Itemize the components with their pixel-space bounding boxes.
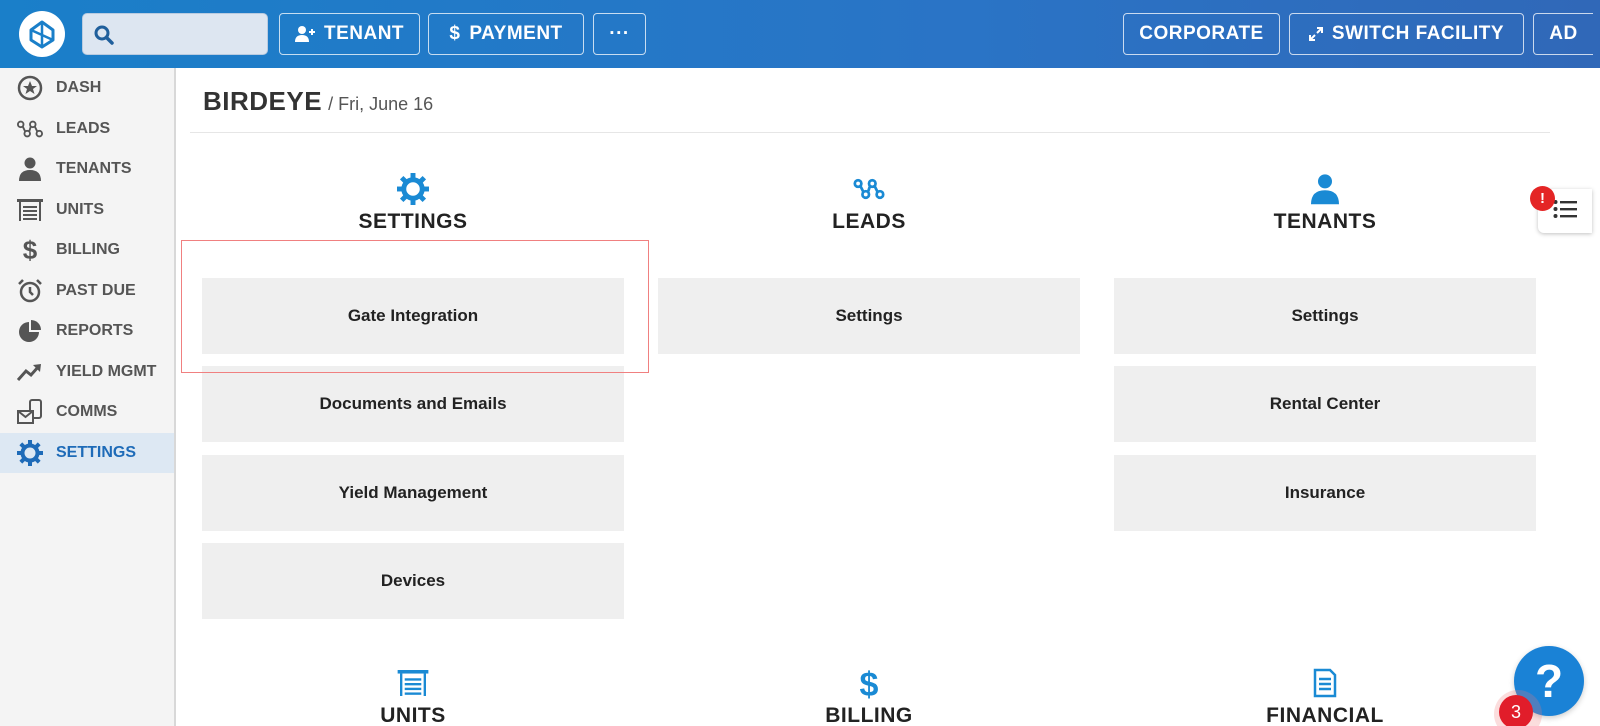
search-icon (93, 24, 115, 51)
new-tenant-button[interactable]: TENANT (279, 13, 420, 55)
card-label: Insurance (1284, 483, 1366, 502)
sidebar-item-yield-mgmt[interactable]: YIELD MGMT (0, 352, 174, 393)
sidebar-item-label: PAST DUE (56, 281, 136, 299)
more-button[interactable]: ··· (593, 13, 646, 55)
dollar-icon: $ (449, 23, 461, 44)
section-billing-header: $ BILLING (658, 668, 1080, 726)
card-rental-center[interactable]: Rental Center (1114, 366, 1536, 442)
alert-badge: ! (1530, 186, 1555, 211)
more-dots-icon: ··· (609, 23, 630, 44)
sidebar-item-comms[interactable]: COMMS (0, 392, 174, 433)
header-divider (190, 132, 1550, 133)
comms-icon (17, 399, 43, 425)
section-settings-header: SETTINGS (202, 172, 624, 234)
switch-facility-button[interactable]: SWITCH FACILITY (1289, 13, 1524, 55)
notification-count-badge[interactable]: 3 (1499, 695, 1533, 726)
leads-nodes-icon (17, 116, 43, 142)
page-title: BIRDEYE (203, 86, 323, 116)
section-financial-header: FINANCIAL (1114, 668, 1536, 726)
sidebar-item-label: SETTINGS (56, 443, 137, 461)
card-devices[interactable]: Devices (202, 543, 624, 619)
sidebar-item-label: DASH (56, 79, 102, 97)
sidebar-item-tenants[interactable]: TENANTS (0, 149, 174, 190)
document-icon (1313, 668, 1337, 703)
card-label: Yield Management (338, 483, 488, 502)
garage-icon (17, 197, 43, 223)
sidebar-item-settings[interactable]: SETTINGS (0, 432, 174, 473)
user-initials: AD (1549, 23, 1578, 44)
section-tenants-header: TENANTS (1114, 173, 1536, 234)
card-tenants-settings[interactable]: Settings (1114, 278, 1536, 354)
card-label: Documents and Emails (319, 394, 507, 413)
app-logo[interactable] (19, 11, 65, 57)
sidebar-item-label: COMMS (56, 403, 118, 421)
sidebar-item-label: REPORTS (56, 322, 134, 340)
card-documents-and-emails[interactable]: Documents and Emails (202, 366, 624, 442)
card-insurance[interactable]: Insurance (1114, 455, 1536, 531)
section-units-header: UNITS (202, 668, 624, 726)
sidebar-item-past-due[interactable]: PAST DUE (0, 271, 174, 312)
person-icon (1311, 173, 1339, 210)
leads-nodes-icon (851, 177, 887, 206)
section-title: SETTINGS (358, 210, 468, 233)
card-leads-settings[interactable]: Settings (658, 278, 1080, 354)
section-title: LEADS (832, 210, 906, 233)
corporate-button-label: CORPORATE (1139, 23, 1264, 44)
list-icon (1553, 199, 1577, 224)
gear-icon (397, 172, 429, 210)
user-menu-button[interactable]: AD (1533, 13, 1593, 55)
dollar-icon: $ (22, 234, 38, 265)
star-circle-icon (17, 75, 43, 101)
card-label: Devices (380, 571, 446, 590)
pie-chart-icon (17, 318, 43, 344)
sidebar-item-label: BILLING (56, 241, 120, 259)
add-user-icon (294, 26, 315, 42)
card-yield-management[interactable]: Yield Management (202, 455, 624, 531)
sidebar-item-billing[interactable]: $ BILLING (0, 230, 174, 271)
dollar-icon: $ (859, 666, 879, 704)
logo-icon (29, 20, 55, 49)
sidebar-item-units[interactable]: UNITS (0, 190, 174, 231)
help-icon: ? (1534, 655, 1564, 707)
search-box[interactable] (82, 13, 268, 55)
sidebar-item-leads[interactable]: LEADS (0, 109, 174, 150)
section-title: TENANTS (1273, 210, 1377, 233)
sidebar-item-label: UNITS (56, 200, 104, 218)
garage-icon (397, 669, 429, 701)
person-icon (17, 156, 43, 182)
section-title: UNITS (380, 704, 446, 726)
payment-button[interactable]: $ PAYMENT (428, 13, 584, 55)
payment-button-label: PAYMENT (469, 23, 563, 44)
corporate-button[interactable]: CORPORATE (1123, 13, 1280, 55)
search-input[interactable] (119, 18, 264, 50)
sidebar-item-dash[interactable]: DASH (0, 68, 174, 109)
tenant-button-label: TENANT (323, 23, 405, 44)
sidebar-item-reports[interactable]: REPORTS (0, 311, 174, 352)
top-bar: TENANT $ PAYMENT ··· CORPORATE SWITCH FA… (0, 0, 1600, 68)
page-date: / Fri, June 16 (328, 94, 434, 114)
switch-facility-label: SWITCH FACILITY (1331, 23, 1505, 44)
sidebar-item-label: TENANTS (56, 160, 132, 178)
sidebar-item-label: LEADS (56, 119, 111, 137)
card-label: Settings (1291, 306, 1359, 325)
page-header: BIRDEYE / Fri, June 16 (203, 86, 433, 117)
section-title: BILLING (825, 704, 913, 726)
card-label: Settings (835, 306, 903, 325)
card-label: Rental Center (1269, 394, 1381, 413)
alarm-clock-icon (17, 278, 43, 304)
expand-arrows-icon (1308, 27, 1323, 41)
section-leads-header: LEADS (658, 174, 1080, 234)
selection-highlight (181, 240, 649, 373)
trend-up-icon (17, 359, 43, 385)
section-title: FINANCIAL (1266, 704, 1384, 726)
gear-icon (17, 439, 43, 466)
sidebar-item-label: YIELD MGMT (56, 362, 157, 380)
sidebar: DASH LEADS TENANTS UNITS $ BILLING PAST … (0, 68, 176, 726)
